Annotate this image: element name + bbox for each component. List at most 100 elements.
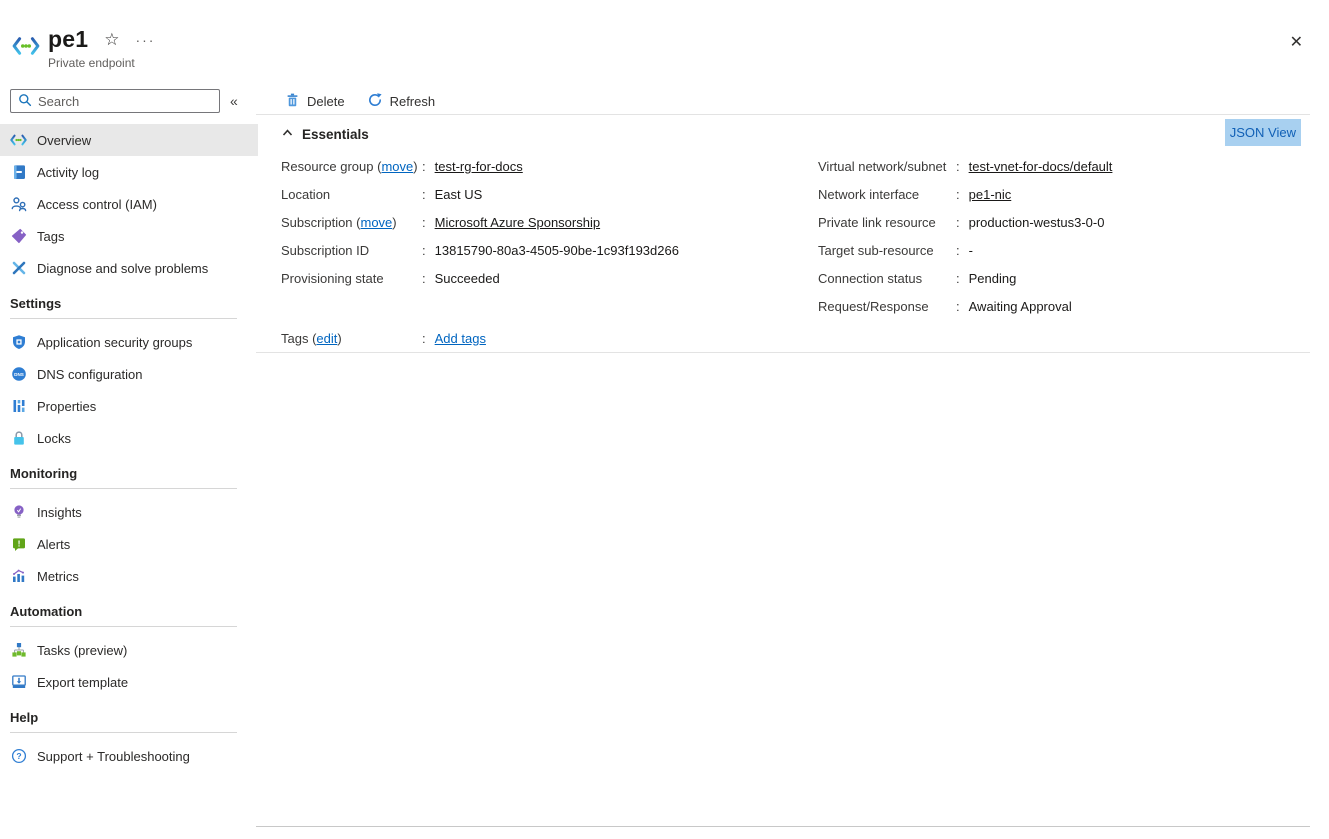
- sidebar-item-label: Access control (IAM): [37, 197, 157, 212]
- sidebar-item-label: Metrics: [37, 569, 79, 584]
- question-icon: ?: [10, 748, 27, 764]
- sidebar-section-automation: Automation: [0, 604, 258, 620]
- sidebar-item-label: Alerts: [37, 537, 70, 552]
- connection-status-value: Pending: [969, 271, 1017, 286]
- essentials-row-connection-status: Connection status : Pending: [818, 264, 1112, 292]
- sidebar-item-label: Properties: [37, 399, 96, 414]
- sidebar: « Overview: [0, 88, 258, 839]
- command-bar: Delete Refresh: [256, 88, 1329, 114]
- sidebar-item-export-template[interactable]: Export template: [0, 666, 258, 698]
- divider: [256, 826, 1310, 827]
- essentials-row-network-interface: Network interface : pe1-nic: [818, 180, 1112, 208]
- sidebar-item-label: Locks: [37, 431, 71, 446]
- overview-pane: Delete Refresh Essentials JSON View Reso…: [256, 88, 1329, 839]
- search-box[interactable]: [10, 89, 220, 113]
- sidebar-item-properties[interactable]: Properties: [0, 390, 258, 422]
- sidebar-item-insights[interactable]: Insights: [0, 496, 258, 528]
- move-resource-group-link[interactable]: move: [381, 159, 413, 174]
- delete-button[interactable]: Delete: [285, 88, 345, 114]
- sidebar-item-label: Insights: [37, 505, 82, 520]
- sidebar-section-help: Help: [0, 710, 258, 726]
- divider: [10, 626, 237, 627]
- essentials-row-vnet-subnet: Virtual network/subnet : test-vnet-for-d…: [818, 152, 1112, 180]
- essentials-row-subscription: Subscription (move) : Microsoft Azure Sp…: [281, 208, 818, 236]
- subscription-id-value: 13815790-80a3-4505-90be-1c93f193d266: [435, 243, 679, 258]
- request-response-value: Awaiting Approval: [969, 299, 1072, 314]
- lock-icon: [10, 430, 27, 446]
- divider: [10, 318, 237, 319]
- json-view-link[interactable]: JSON View: [1225, 119, 1301, 146]
- subscription-link[interactable]: Microsoft Azure Sponsorship: [435, 215, 600, 230]
- sidebar-item-diagnose[interactable]: Diagnose and solve problems: [0, 252, 258, 284]
- private-endpoint-logo: [12, 36, 40, 59]
- target-sub-resource-value: -: [969, 243, 973, 258]
- sidebar-item-overview[interactable]: Overview: [0, 124, 258, 156]
- essentials-row-subscription-id: Subscription ID : 13815790-80a3-4505-90b…: [281, 236, 818, 264]
- export-template-icon: [10, 674, 27, 690]
- divider: [10, 488, 237, 489]
- delete-label: Delete: [307, 94, 345, 109]
- provisioning-state-value: Succeeded: [435, 271, 500, 286]
- essentials-grid: Resource group (move) : test-rg-for-docs…: [256, 152, 1329, 320]
- sidebar-item-application-security-groups[interactable]: Application security groups: [0, 326, 258, 358]
- essentials-row-location: Location : East US: [281, 180, 818, 208]
- resource-type-subtitle: Private endpoint: [48, 56, 155, 70]
- sidebar-item-metrics[interactable]: Metrics: [0, 560, 258, 592]
- more-options-icon[interactable]: ···: [135, 33, 155, 47]
- dns-icon: DNS: [10, 366, 27, 382]
- sidebar-item-label: Diagnose and solve problems: [37, 261, 208, 276]
- search-input[interactable]: [38, 94, 212, 109]
- access-control-icon: [10, 196, 27, 212]
- tasks-icon: [10, 642, 27, 658]
- metrics-icon: [10, 568, 27, 584]
- sidebar-item-label: Application security groups: [37, 335, 192, 350]
- sidebar-item-label: Tags: [37, 229, 64, 244]
- shield-icon: [10, 334, 27, 350]
- alert-icon: !: [10, 536, 27, 552]
- sidebar-item-label: Tasks (preview): [37, 643, 127, 658]
- location-value: East US: [435, 187, 483, 202]
- trash-icon: [285, 92, 300, 111]
- network-interface-link[interactable]: pe1-nic: [969, 187, 1012, 202]
- sidebar-item-tasks-preview[interactable]: Tasks (preview): [0, 634, 258, 666]
- private-link-resource-value: production-westus3-0-0: [969, 215, 1105, 230]
- essentials-row-target-sub-resource: Target sub-resource : -: [818, 236, 1112, 264]
- lightbulb-icon: [10, 504, 27, 520]
- edit-tags-link[interactable]: edit: [316, 331, 337, 346]
- activity-log-icon: [10, 164, 27, 180]
- sidebar-item-label: Support + Troubleshooting: [37, 749, 190, 764]
- sidebar-item-activity-log[interactable]: Activity log: [0, 156, 258, 188]
- chevron-up-icon[interactable]: [281, 127, 294, 142]
- sidebar-item-alerts[interactable]: ! Alerts: [0, 528, 258, 560]
- sidebar-item-label: Export template: [37, 675, 128, 690]
- properties-icon: [10, 398, 27, 414]
- resource-group-link[interactable]: test-rg-for-docs: [435, 159, 523, 174]
- sidebar-item-access-control[interactable]: Access control (IAM): [0, 188, 258, 220]
- svg-text:!: !: [17, 539, 20, 549]
- refresh-icon: [367, 92, 383, 111]
- close-icon[interactable]: ✕: [1290, 32, 1303, 52]
- divider: [256, 352, 1310, 353]
- essentials-header[interactable]: Essentials: [302, 127, 369, 142]
- add-tags-link[interactable]: Add tags: [435, 331, 486, 346]
- essentials-row-tags: Tags (edit) : Add tags: [256, 324, 1329, 352]
- sidebar-section-monitoring: Monitoring: [0, 466, 258, 482]
- essentials-row-provisioning-state: Provisioning state : Succeeded: [281, 264, 818, 292]
- sidebar-item-tags[interactable]: Tags: [0, 220, 258, 252]
- essentials-row-private-link-resource: Private link resource : production-westu…: [818, 208, 1112, 236]
- refresh-button[interactable]: Refresh: [367, 88, 436, 114]
- divider: [10, 732, 237, 733]
- sidebar-item-dns-configuration[interactable]: DNS DNS configuration: [0, 358, 258, 390]
- collapse-sidebar-icon[interactable]: «: [230, 93, 238, 109]
- move-subscription-link[interactable]: move: [360, 215, 392, 230]
- page-title: pe1: [48, 26, 88, 53]
- diagnose-icon: [10, 260, 27, 276]
- favorite-star-icon[interactable]: ☆: [104, 31, 119, 48]
- sidebar-item-support-troubleshooting[interactable]: ? Support + Troubleshooting: [0, 740, 258, 772]
- private-endpoint-icon: [10, 134, 27, 146]
- essentials-row-resource-group: Resource group (move) : test-rg-for-docs: [281, 152, 818, 180]
- sidebar-item-locks[interactable]: Locks: [0, 422, 258, 454]
- search-icon: [18, 93, 32, 110]
- vnet-subnet-link[interactable]: test-vnet-for-docs/default: [969, 159, 1113, 174]
- tag-icon: [10, 228, 27, 244]
